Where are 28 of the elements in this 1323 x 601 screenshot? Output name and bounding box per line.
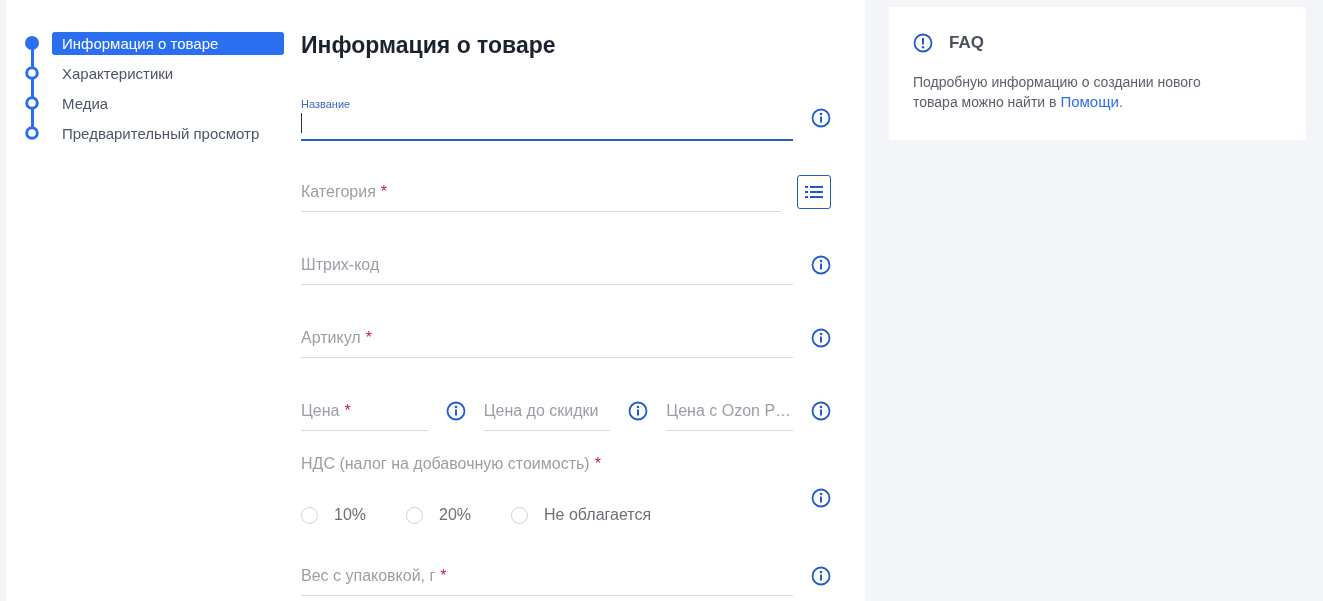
list-icon (805, 185, 823, 198)
field-label: НДС (налог на добавочную стоимость) * (301, 455, 602, 473)
info-icon[interactable] (811, 254, 831, 275)
text-field[interactable]: Название (301, 95, 793, 141)
info-icon[interactable] (811, 327, 831, 348)
info-icon[interactable] (628, 400, 649, 421)
radio-label[interactable]: 10% (334, 506, 367, 524)
text-field[interactable]: Цена * (301, 390, 428, 431)
list-button[interactable] (797, 174, 831, 209)
info-icon[interactable] (811, 400, 831, 421)
radio-label[interactable]: 20% (439, 506, 472, 524)
faq-text: Подробную информацию о создании нового товара можно найти в Помощи. (913, 73, 1202, 112)
form-title: Информация о товаре (301, 32, 557, 59)
text-field[interactable]: Артикул * (301, 317, 793, 358)
info-icon[interactable] (445, 400, 466, 421)
step-tab[interactable]: Предварительный просмотр (52, 121, 284, 145)
text-field[interactable]: Категория * (301, 171, 781, 212)
text-field[interactable]: Вес с упаковкой, г * (301, 555, 793, 596)
info-icon[interactable] (811, 565, 831, 586)
step-tab[interactable]: Медиа (52, 91, 284, 115)
info-icon[interactable] (811, 108, 831, 128)
help-link[interactable]: Помощи (1060, 93, 1119, 110)
step-tab[interactable]: Информация о товаре (52, 31, 284, 55)
step-tab[interactable]: Характеристики (52, 61, 284, 85)
alert-icon (913, 33, 933, 53)
faq-title: FAQ (949, 33, 984, 53)
radio-label[interactable]: Не облагается (544, 506, 652, 524)
info-icon[interactable] (811, 488, 831, 508)
